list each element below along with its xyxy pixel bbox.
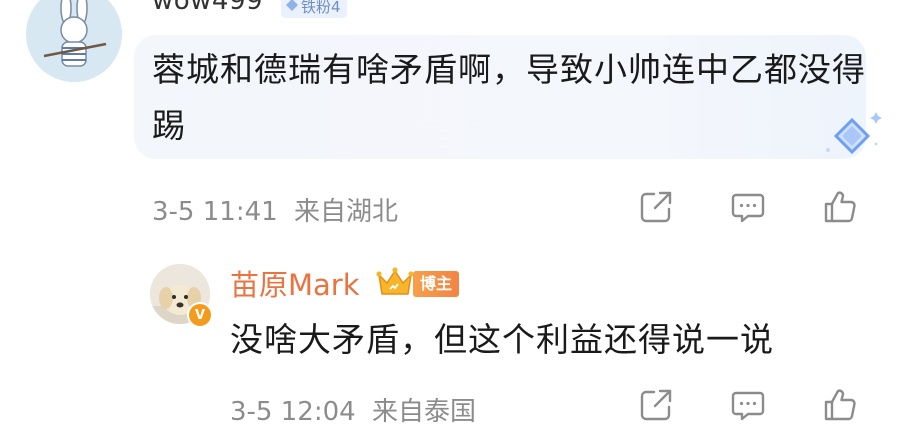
like-icon <box>822 387 858 427</box>
comment-meta: 3-5 11:41 来自湖北 <box>152 191 398 228</box>
reply-text: 没啥大矛盾，但这个利益还得说一说 <box>230 320 774 359</box>
reply-share-button[interactable] <box>636 387 676 427</box>
reply-comment-button[interactable] <box>728 387 768 427</box>
reply-time: 3-5 12:04 <box>230 397 356 427</box>
like-button[interactable] <box>820 189 860 229</box>
diamond-decoration-icon <box>818 110 882 166</box>
crown-icon <box>376 266 414 302</box>
comment-icon <box>730 387 766 427</box>
share-icon <box>638 387 674 427</box>
comment-text: 蓉城和德瑞有啥矛盾啊，导致小帅连中乙都没得踢 <box>152 50 866 145</box>
verified-badge-icon: V <box>187 302 213 328</box>
comment-button[interactable] <box>728 189 768 229</box>
comment-location: 来自湖北 <box>293 197 398 227</box>
fan-level-label: 铁粉4 <box>301 0 341 16</box>
reply-username[interactable]: 苗原Mark <box>230 262 360 304</box>
comment-icon <box>730 189 766 229</box>
reply-like-button[interactable] <box>820 387 860 427</box>
commenter-username[interactable]: wow499 <box>152 0 263 16</box>
share-icon <box>638 189 674 229</box>
comment-time: 3-5 11:41 <box>152 197 278 227</box>
share-button[interactable] <box>636 189 676 229</box>
diamond-icon <box>285 0 299 16</box>
reply-meta: 3-5 12:04 来自泰国 <box>230 391 476 428</box>
reply-location: 来自泰国 <box>371 397 476 427</box>
blogger-badge: 博主 <box>413 271 460 297</box>
like-icon <box>822 189 858 229</box>
fan-level-badge: 铁粉4 <box>281 0 347 18</box>
commenter-avatar[interactable] <box>26 0 122 82</box>
